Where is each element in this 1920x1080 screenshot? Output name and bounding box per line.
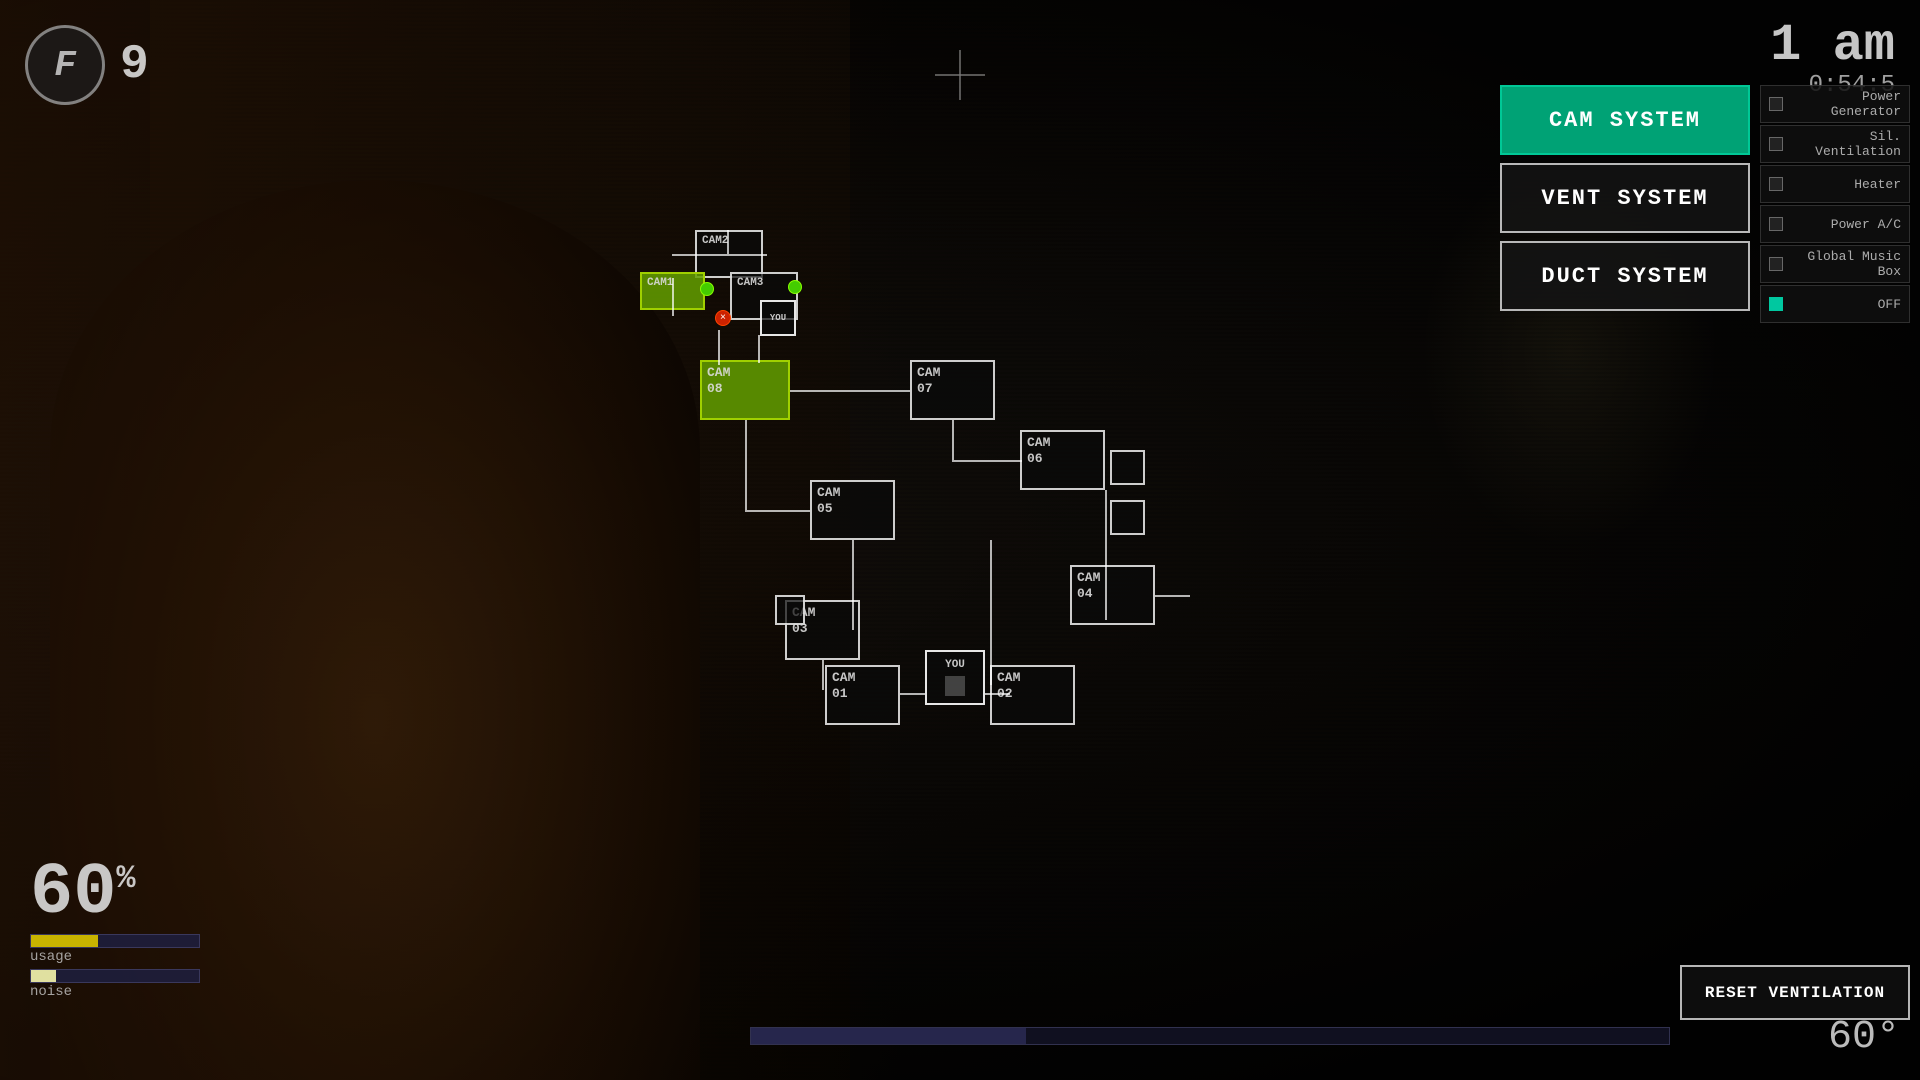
bottom-progress-bar xyxy=(750,1027,1670,1045)
toggle-dot-power-ac xyxy=(1769,217,1783,231)
line-08-05h xyxy=(745,510,810,512)
logo-area: F 9 xyxy=(25,25,149,105)
line-03-01 xyxy=(822,660,824,690)
usage-bar-fill xyxy=(31,935,98,947)
system-panel: CAM SYSTEM VENT SYSTEM DUCT SYSTEM xyxy=(1500,85,1750,311)
toggle-dot-power-generator xyxy=(1769,97,1783,111)
noise-bar-bg xyxy=(30,969,200,983)
line-04-right xyxy=(1155,595,1190,597)
line-07-06 xyxy=(952,420,954,460)
cam-upper-area: CAM2 CAM1 CAM3 × YOU xyxy=(640,230,890,370)
line-you-02 xyxy=(985,693,1010,695)
line-08-up xyxy=(718,330,720,365)
toggle-dot-off xyxy=(1769,297,1783,311)
reset-ventilation-button[interactable]: RESET VENTILATION xyxy=(1680,965,1910,1020)
camera-map: CAM2 CAM1 CAM3 × YOU CAM08 CAM07 CAM06 C… xyxy=(620,230,1220,790)
cam-system-button[interactable]: CAM SYSTEM xyxy=(1500,85,1750,155)
toggle-sil-ventilation[interactable]: Sil. Ventilation xyxy=(1760,125,1910,163)
cam02-node[interactable]: CAM02 xyxy=(990,665,1075,725)
sidebar-toggles: Power Generator Sil. Ventilation Heater … xyxy=(1760,85,1910,323)
toggle-dot-global-music-box xyxy=(1769,257,1783,271)
toggle-power-ac[interactable]: Power A/C xyxy=(1760,205,1910,243)
line-07-06h xyxy=(952,460,1022,462)
progress-fill xyxy=(751,1028,1026,1044)
cam1-indicator xyxy=(700,282,714,296)
cam01-node[interactable]: CAM01 xyxy=(825,665,900,725)
crosshair xyxy=(935,50,985,100)
cam3-indicator xyxy=(788,280,802,294)
cam07-node[interactable]: CAM07 xyxy=(910,360,995,420)
line-upper-08 xyxy=(758,335,760,363)
freddy-logo: F xyxy=(25,25,105,105)
line-05-03 xyxy=(852,540,854,630)
line-cam1-cam2 xyxy=(672,254,727,256)
logo-letter: F xyxy=(54,45,76,86)
toggle-label-off: OFF xyxy=(1789,297,1901,312)
temperature-display: 60° xyxy=(1828,1015,1900,1060)
vent-system-button[interactable]: VENT SYSTEM xyxy=(1500,163,1750,233)
cam05-node[interactable]: CAM05 xyxy=(810,480,895,540)
duct-system-button[interactable]: DUCT SYSTEM xyxy=(1500,241,1750,311)
toggle-off[interactable]: OFF xyxy=(1760,285,1910,323)
line-area-02 xyxy=(990,540,992,685)
usage-bar-bg xyxy=(30,934,200,948)
usage-stat: usage xyxy=(30,934,200,965)
noise-stat: noise xyxy=(30,969,200,1000)
toggle-dot-heater xyxy=(1769,177,1783,191)
toggle-heater[interactable]: Heater xyxy=(1760,165,1910,203)
stat-bars: usage noise xyxy=(30,934,200,1000)
line-06-area xyxy=(1105,490,1107,620)
toggle-label-power-ac: Power A/C xyxy=(1789,217,1901,232)
connector-box-2 xyxy=(1110,500,1145,535)
toggle-label-global-music-box: Global Music Box xyxy=(1789,249,1901,279)
line-08-07 xyxy=(790,390,910,392)
power-percentage: 60% xyxy=(30,857,200,929)
toggle-power-generator[interactable]: Power Generator xyxy=(1760,85,1910,123)
line-cam2-up xyxy=(727,230,729,254)
line-cam1-down xyxy=(672,278,674,316)
line-cam2-cam3 xyxy=(727,254,767,256)
cam04-node[interactable]: CAM04 xyxy=(1070,565,1155,625)
time-display: 1 am xyxy=(1770,20,1895,72)
toggle-dot-sil-ventilation xyxy=(1769,137,1783,151)
line-08-05 xyxy=(745,420,747,510)
toggle-label-sil-ventilation: Sil. Ventilation xyxy=(1789,129,1901,159)
connector-box-3 xyxy=(775,595,805,625)
toggle-label-power-generator: Power Generator xyxy=(1789,89,1901,119)
you-marker-main: YOU xyxy=(925,650,985,705)
noise-label: noise xyxy=(30,984,200,1000)
cam08-node[interactable]: CAM08 xyxy=(700,360,790,420)
cam-x-indicator: × xyxy=(715,310,731,326)
toggle-label-heater: Heater xyxy=(1789,177,1901,192)
usage-label: usage xyxy=(30,949,200,965)
life-count: 9 xyxy=(120,38,149,92)
you-marker-upper: YOU xyxy=(760,300,796,336)
cam06-node[interactable]: CAM06 xyxy=(1020,430,1105,490)
connector-box-1 xyxy=(1110,450,1145,485)
noise-bar-fill xyxy=(31,970,56,982)
line-01-you xyxy=(900,693,925,695)
stats-area: 60% usage noise xyxy=(30,857,200,1000)
toggle-global-music-box[interactable]: Global Music Box xyxy=(1760,245,1910,283)
